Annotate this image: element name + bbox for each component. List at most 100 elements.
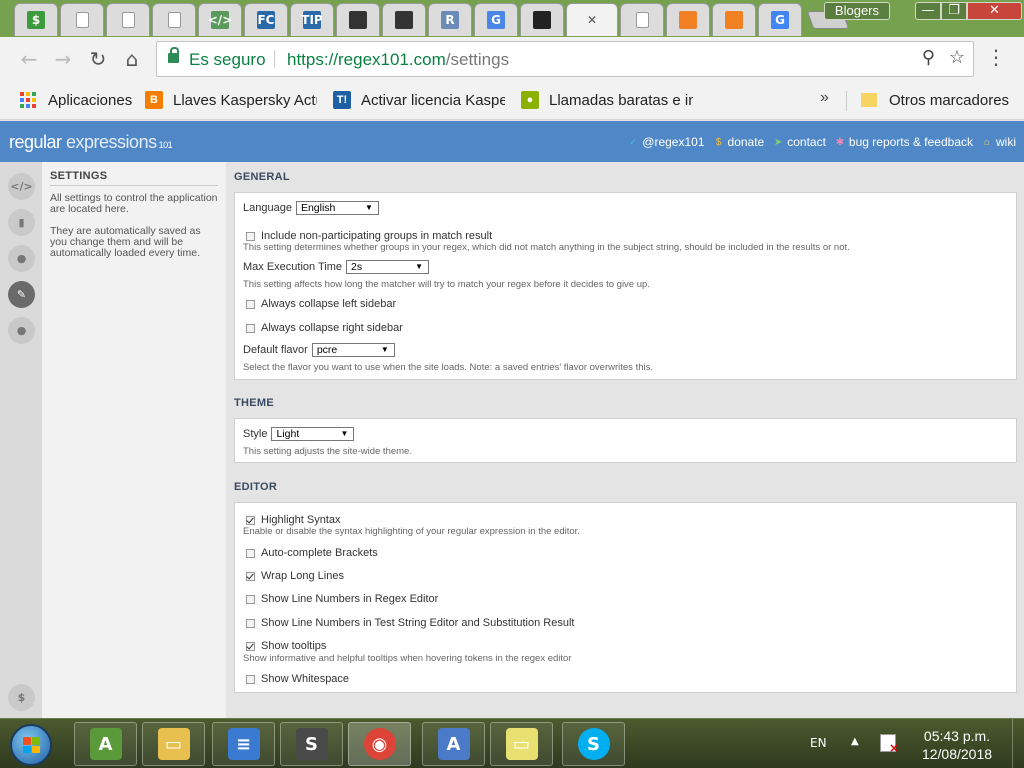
donate-button[interactable]: $ (8, 684, 35, 711)
action-center-icon[interactable] (880, 734, 899, 755)
browser-toolbar: ← → ↻ ⌂ Es seguro https://regex101.com/s… (0, 37, 1024, 81)
menu-icon[interactable]: ⋮ (986, 47, 1006, 67)
browser-tab[interactable] (60, 3, 104, 36)
dropdown-arrow-icon: ▼ (340, 429, 349, 438)
browser-tab[interactable]: FC (244, 3, 288, 36)
maximize-button[interactable]: ❐ (941, 2, 967, 20)
browser-tab[interactable]: ✕ (566, 3, 618, 36)
address-bar[interactable]: Es seguro https://regex101.com/settings … (156, 41, 974, 77)
collapse-right-checkbox[interactable] (246, 323, 255, 333)
linenums-test-checkbox[interactable] (246, 618, 255, 628)
bookmark-activate-license[interactable]: T! Activar licencia Kaspe (333, 90, 505, 110)
browser-tab[interactable]: $ (14, 3, 58, 36)
whitespace-checkbox[interactable] (246, 674, 255, 684)
browser-tab[interactable] (666, 3, 710, 36)
r-icon: R (441, 11, 459, 29)
bank-icon: ⌂ (983, 136, 991, 148)
taskbar-app[interactable]: ≡ (212, 722, 275, 766)
browser-tab[interactable] (106, 3, 150, 36)
start-button[interactable] (10, 724, 52, 766)
back-button[interactable]: ← (16, 46, 42, 72)
forward-button[interactable]: → (50, 46, 76, 72)
show-desktop-button[interactable] (1012, 719, 1024, 768)
browser-tab[interactable] (520, 3, 564, 36)
browser-tab[interactable] (152, 3, 196, 36)
zoom-icon[interactable]: ⚲ (922, 47, 935, 68)
browser-tab[interactable] (336, 3, 380, 36)
left-icon-bar: </> ▮ ● ✎ ● $ (0, 162, 42, 718)
bookmark-cheap-calls[interactable]: ● Llamadas baratas e in (521, 90, 693, 110)
max-exec-select[interactable]: 2s ▼ (346, 260, 430, 274)
close-window-button[interactable]: ✕ (967, 2, 1022, 20)
style-select[interactable]: Light ▼ (271, 427, 355, 441)
system-clock[interactable]: 05:43 p.m. 12/08/2018 (912, 727, 1002, 763)
taskbar-app[interactable]: ▭ (142, 722, 205, 766)
tray-expand-icon[interactable]: ▲ (851, 736, 859, 747)
url-text[interactable]: https://regex101.com/settings (287, 50, 509, 70)
chrome-icon: ◉ (363, 728, 396, 760)
site-header: regular expressions 101 ✓ @regex101 $ donat… (0, 121, 1024, 162)
browser-tab[interactable] (712, 3, 756, 36)
taskbar-app[interactable]: A (422, 722, 485, 766)
close-icon[interactable]: ✕ (583, 11, 601, 29)
header-link-dollar[interactable]: $ donate (714, 135, 764, 149)
header-link-bug[interactable]: ✱ bug reports & feedback (835, 135, 973, 149)
taskbar-app[interactable]: ◉ (348, 722, 411, 766)
general-panel: Language English ▼ Include non-participat… (234, 192, 1017, 380)
linenums-regex-checkbox[interactable] (246, 594, 255, 604)
bookmark-apps[interactable]: Aplicaciones (20, 90, 132, 110)
minimize-button[interactable]: — (915, 2, 941, 20)
bluestacks-icon: ≡ (227, 728, 260, 760)
sticky-notes-icon: ▭ (505, 728, 538, 760)
browser-tab[interactable]: </> (198, 3, 242, 36)
library-button[interactable]: ▮ (8, 209, 35, 236)
site-logo[interactable]: regular expressions 101 (9, 132, 173, 153)
bookmark-label: Llamadas baratas e in (549, 91, 693, 109)
language-indicator[interactable]: EN (810, 736, 827, 750)
reload-button[interactable]: ↻ (85, 46, 111, 72)
browser-tab[interactable]: G (474, 3, 518, 36)
star-icon[interactable]: ☆ (949, 47, 965, 68)
more-bookmarks-button[interactable]: » (820, 89, 829, 107)
autocomplete-checkbox[interactable] (246, 548, 255, 558)
max-exec-help: This setting affects how long the matche… (243, 279, 650, 290)
home-button[interactable]: ⌂ (119, 46, 145, 72)
highlight-checkbox[interactable] (246, 515, 255, 525)
secure-label: Es seguro (189, 50, 266, 69)
nonparticipating-checkbox[interactable] (246, 231, 255, 241)
collapse-left-checkbox[interactable] (246, 299, 255, 309)
bookmark-other[interactable]: Otros marcadores (861, 90, 1009, 110)
browser-tab[interactable]: G (758, 3, 802, 36)
nonparticipating-setting: Include non-participating groups in matc… (243, 230, 492, 242)
taskbar-app[interactable]: S (562, 722, 625, 766)
blogger-icon: B (145, 91, 163, 109)
flavor-setting: Default flavor pcre ▼ (243, 343, 395, 357)
account-button[interactable]: ● (8, 245, 35, 272)
taskbar-app[interactable]: ▭ (490, 722, 553, 766)
header-link-paper-plane[interactable]: ➤ contact (773, 135, 826, 149)
header-link-twitter[interactable]: ✓ @regex101 (628, 135, 704, 149)
taskbar-app[interactable]: S (280, 722, 343, 766)
profile-button[interactable]: Blogers (823, 2, 890, 20)
regex-editor-button[interactable]: </> (8, 173, 35, 200)
browser-tab[interactable] (620, 3, 664, 36)
bookmark-label: Activar licencia Kaspe (361, 91, 505, 109)
language-select[interactable]: English ▼ (295, 201, 379, 215)
browser-tab[interactable]: R (428, 3, 472, 36)
logo-thin: expressions (61, 132, 157, 152)
settings-button[interactable]: ✎ (8, 281, 35, 308)
bookmark-kaspersky-keys[interactable]: B Llaves Kaspersky Actu (145, 90, 317, 110)
header-link-bank[interactable]: ⌂ wiki (982, 135, 1016, 149)
highlight-help: Enable or disable the syntax highlightin… (243, 526, 580, 537)
browser-tab[interactable]: TIP (290, 3, 334, 36)
flavor-select[interactable]: pcre ▼ (311, 343, 395, 357)
taskbar-app[interactable]: A (74, 722, 137, 766)
nonparticipating-label: Include non-participating groups in matc… (261, 230, 493, 242)
wrap-checkbox[interactable] (246, 571, 255, 581)
chat-button[interactable]: ● (8, 317, 35, 344)
tooltips-checkbox[interactable] (246, 641, 255, 651)
sidebar-text: They are automatically saved as you chan… (50, 225, 201, 259)
browser-tab[interactable] (382, 3, 426, 36)
max-exec-label: Max Execution Time (243, 261, 343, 273)
settings-sidebar: SETTINGS All settings to control the app… (42, 162, 226, 718)
